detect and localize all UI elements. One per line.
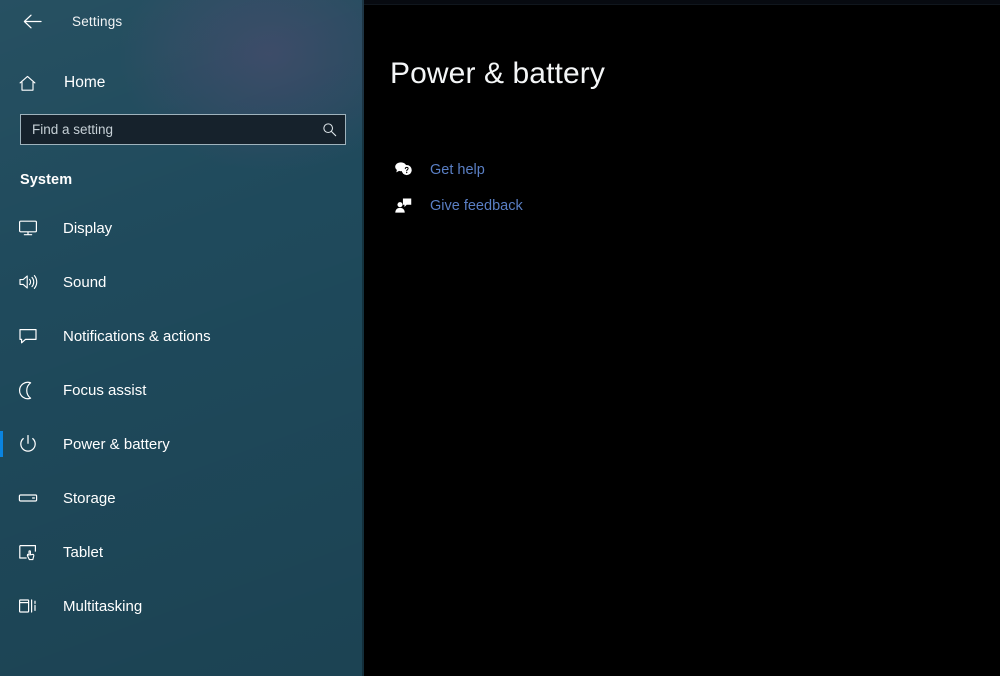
sidebar-item-label-home: Home (64, 74, 106, 91)
sidebar-item-display[interactable]: Display (0, 201, 364, 255)
give-feedback-link[interactable]: Give feedback (390, 188, 1000, 224)
sidebar-item-tablet[interactable]: Tablet (0, 525, 364, 579)
multitasking-panes-icon (18, 597, 46, 615)
page-title: Power & battery (390, 57, 605, 90)
sidebar-item-focus-assist[interactable]: Focus assist (0, 363, 364, 417)
speaker-icon (18, 273, 46, 291)
sidebar-nav-list: Display Sound Notifications & actions Fo… (0, 201, 364, 633)
back-arrow-icon (23, 14, 42, 29)
sidebar-item-notifications[interactable]: Notifications & actions (0, 309, 364, 363)
sidebar-item-label: Sound (63, 273, 107, 291)
get-help-link[interactable]: Get help (390, 152, 1000, 188)
search-box[interactable] (20, 114, 346, 145)
navigation-sidebar: Settings Home Find a setting System Disp… (0, 0, 364, 676)
sidebar-item-label: Notifications & actions (63, 327, 211, 345)
sidebar-item-sound[interactable]: Sound (0, 255, 364, 309)
search-input[interactable] (32, 122, 322, 137)
back-button[interactable] (14, 6, 50, 36)
sidebar-item-label: Storage (63, 489, 116, 507)
sidebar-item-multitasking[interactable]: Multitasking (0, 579, 364, 633)
get-help-label: Get help (430, 161, 485, 178)
drive-icon (18, 491, 46, 505)
notification-bubble-icon (18, 327, 46, 345)
settings-window: Settings Home Find a setting System Disp… (0, 0, 1000, 676)
app-title: Settings (72, 13, 123, 29)
help-bubble-icon (390, 161, 416, 178)
section-header-system: System (20, 172, 73, 188)
main-content: Power & battery Get help Give feedback (364, 0, 1000, 676)
search-icon[interactable] (322, 122, 337, 137)
titlebar: Settings (0, 0, 364, 42)
sidebar-item-label: Power & battery (63, 435, 170, 453)
sidebar-item-power-battery[interactable]: Power & battery (0, 417, 364, 471)
sidebar-item-label: Multitasking (63, 597, 143, 615)
sidebar-item-storage[interactable]: Storage (0, 471, 364, 525)
home-icon (18, 74, 48, 93)
feedback-person-icon (390, 197, 416, 214)
sidebar-item-label: Focus assist (63, 381, 147, 399)
sidebar-item-label: Tablet (63, 543, 104, 561)
moon-icon (18, 381, 46, 400)
tablet-touch-icon (18, 543, 46, 562)
monitor-icon (18, 219, 46, 237)
power-icon (18, 434, 46, 454)
sidebar-item-label: Display (63, 219, 113, 237)
help-links: Get help Give feedback (390, 152, 1000, 224)
sidebar-item-home[interactable]: Home (0, 60, 364, 106)
give-feedback-label: Give feedback (430, 197, 523, 214)
sidebar-divider (362, 0, 364, 676)
